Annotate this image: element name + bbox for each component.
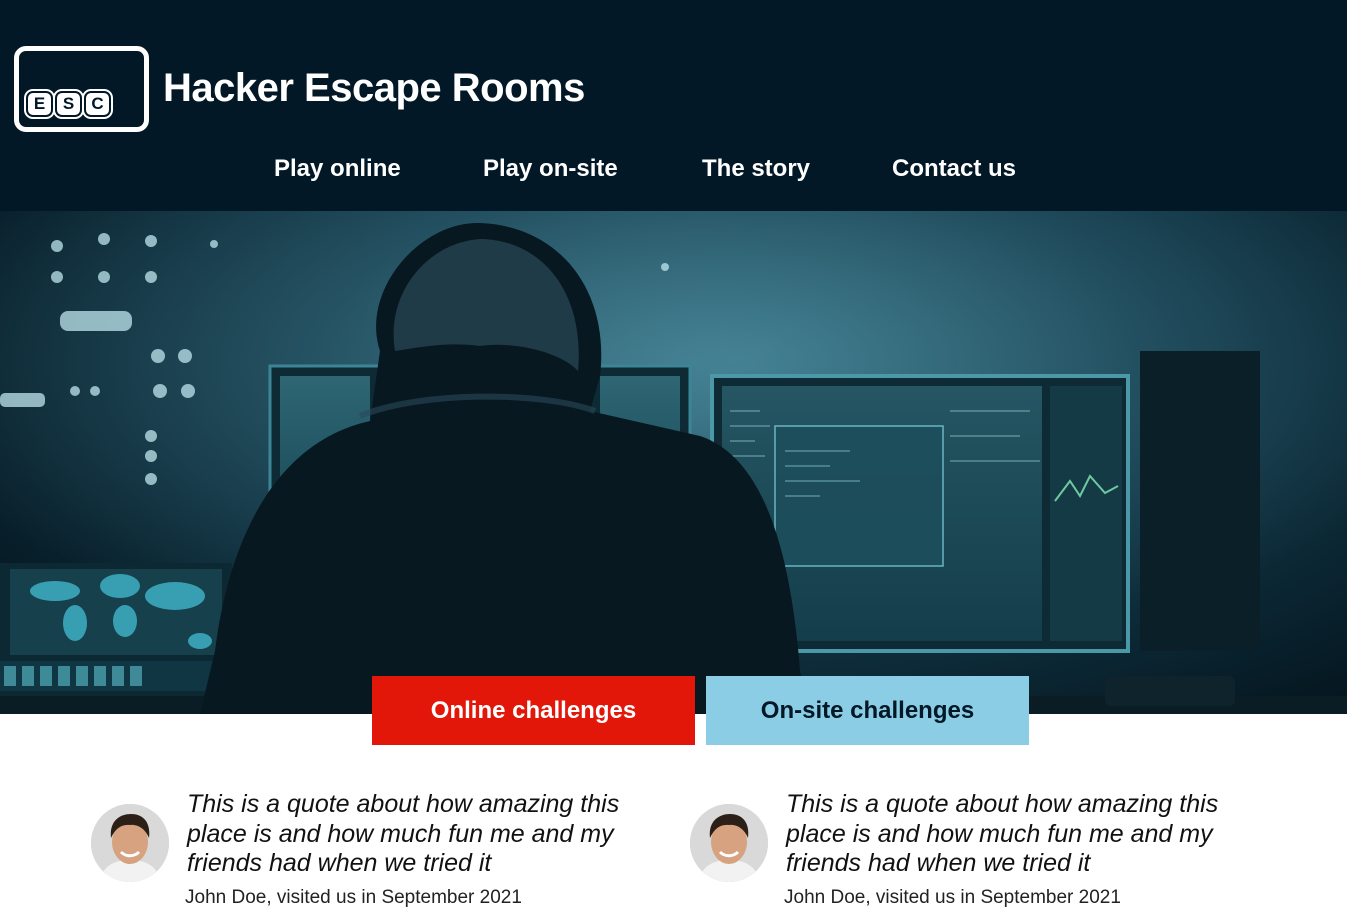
testimonial-card: This is a quote about how amazing this p… <box>91 790 651 910</box>
site-header: E S C Hacker Escape Rooms Play online Pl… <box>0 0 1347 211</box>
testimonial-quote: This is a quote about how amazing this p… <box>786 790 1219 877</box>
online-challenges-button[interactable]: Online challenges <box>372 676 695 745</box>
main-nav: Play online Play on-site The story Conta… <box>0 155 1347 195</box>
testimonial-quote: This is a quote about how amazing this p… <box>187 790 620 877</box>
testimonial-attribution: John Doe, visited us in September 2021 <box>185 887 522 908</box>
hacker-scene-illustration <box>0 211 1347 714</box>
avatar <box>91 804 169 882</box>
esc-key-icon: E S C <box>26 91 116 121</box>
testimonial-card: This is a quote about how amazing this p… <box>690 790 1250 910</box>
testimonial-attribution: John Doe, visited us in September 2021 <box>784 887 1121 908</box>
person-avatar-icon <box>91 804 169 882</box>
hero-image <box>0 211 1347 714</box>
esc-logo[interactable]: E S C <box>14 46 149 132</box>
logo-key-c: C <box>84 91 111 117</box>
avatar <box>690 804 768 882</box>
person-avatar-icon <box>690 804 768 882</box>
logo-key-e: E <box>26 91 53 117</box>
onsite-challenges-button[interactable]: On-site challenges <box>706 676 1029 745</box>
nav-the-story[interactable]: The story <box>702 155 810 183</box>
nav-play-onsite[interactable]: Play on-site <box>483 155 618 183</box>
nav-play-online[interactable]: Play online <box>274 155 401 183</box>
nav-contact-us[interactable]: Contact us <box>892 155 1016 183</box>
logo-key-s: S <box>55 91 82 117</box>
site-title: Hacker Escape Rooms <box>163 66 585 110</box>
